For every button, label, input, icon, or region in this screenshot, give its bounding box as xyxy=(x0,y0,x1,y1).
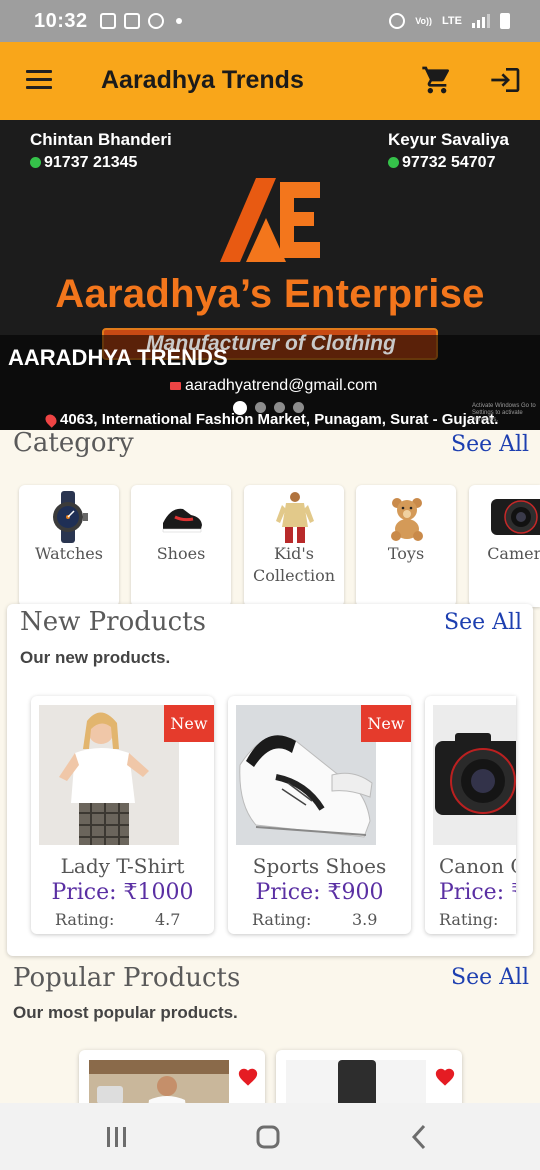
product-card-sports-shoes[interactable]: New Sports Shoes Price: ₹900 Rating: 3.9 xyxy=(228,696,411,934)
banner-email: aaradhyatrend@gmail.com xyxy=(170,377,377,395)
status-bar: 10:32 Vo)) LTE xyxy=(0,0,540,42)
banner-caption: AARADHYA TRENDS xyxy=(8,345,228,370)
new-products-title: New Products xyxy=(20,607,206,637)
new-products-subtitle: Our new products. xyxy=(20,648,171,667)
popular-products-title: Popular Products xyxy=(13,963,241,993)
whatsapp-icon xyxy=(388,157,400,168)
product-rating-label: Rating: xyxy=(55,910,115,929)
category-card-kids-collection[interactable]: Kid's Collection xyxy=(244,485,344,607)
contact-left: Chintan Bhanderi 91737 21345 xyxy=(30,128,172,174)
product-image xyxy=(236,705,376,845)
hamburger-menu-icon[interactable] xyxy=(26,70,52,90)
linkedin-icon xyxy=(123,13,140,29)
status-time: 10:32 xyxy=(34,9,88,32)
gallery-icon xyxy=(99,13,116,29)
new-products-see-all-link[interactable]: See All xyxy=(444,610,522,635)
product-rating-label: Rating: xyxy=(252,910,312,929)
category-label: Shoes xyxy=(156,544,206,563)
system-navigation-bar xyxy=(0,1103,540,1170)
product-name: Canon Camera xyxy=(439,854,516,878)
company-logo xyxy=(220,178,320,262)
system-icons: Vo)) LTE xyxy=(389,13,510,29)
watch-icon xyxy=(53,491,88,543)
contact-right-phone: 97732 54707 xyxy=(402,154,496,171)
banner-address-text: 4063, International Fashion Market, Puna… xyxy=(60,411,499,428)
contact-right-name: Keyur Savaliya xyxy=(388,130,509,149)
category-label: Camera xyxy=(487,544,540,563)
home-icon[interactable] xyxy=(252,1121,284,1153)
product-rating-value: 4.7 xyxy=(155,910,181,929)
battery-icon xyxy=(500,13,510,29)
contact-right: Keyur Savaliya 97732 54707 xyxy=(388,128,509,174)
volte-label: Vo)) xyxy=(415,16,433,26)
signal-icon xyxy=(472,14,490,28)
favorite-heart-icon[interactable] xyxy=(434,1066,456,1088)
product-name: Sports Shoes xyxy=(252,854,387,878)
notification-icons xyxy=(99,13,182,29)
popular-products-see-all-link[interactable]: See All xyxy=(451,965,529,990)
favorite-heart-icon[interactable] xyxy=(237,1066,259,1088)
product-price: Price: ₹900 xyxy=(255,880,384,905)
app-title: Aaradhya Trends xyxy=(101,66,304,94)
kids-clothing-icon xyxy=(276,492,314,543)
shoe-icon xyxy=(162,508,202,533)
contact-left-phone: 91737 21345 xyxy=(44,154,138,171)
app-bar: Aaradhya Trends xyxy=(0,42,540,120)
category-title: Category xyxy=(13,428,134,458)
camera-icon xyxy=(491,499,540,535)
back-icon[interactable] xyxy=(404,1121,436,1153)
product-name: Lady T-Shirt xyxy=(60,854,185,878)
category-label: Watches xyxy=(35,544,103,563)
product-price: Price: ₹1000 xyxy=(51,880,194,905)
category-card-watches[interactable]: Watches xyxy=(19,485,119,607)
product-image xyxy=(433,705,516,845)
new-badge: New xyxy=(361,705,411,742)
category-label: Kid's Collection xyxy=(252,544,336,585)
category-card-shoes[interactable]: Shoes xyxy=(131,485,231,607)
login-icon[interactable] xyxy=(490,64,522,96)
new-badge: New xyxy=(164,705,214,742)
banner-address: 4063, International Fashion Market, Puna… xyxy=(43,411,499,428)
category-label: Toys xyxy=(387,544,425,563)
location-pin-icon xyxy=(43,411,59,428)
product-image xyxy=(39,705,179,845)
activate-windows-watermark: Activate Windows Go to Settings to activ… xyxy=(472,403,536,423)
network-label: LTE xyxy=(442,15,462,27)
product-card-lady-tshirt[interactable]: New Lady T-Shirt Price: ₹1000 Rating: 4.… xyxy=(31,696,214,934)
recent-apps-icon[interactable] xyxy=(101,1121,133,1153)
cart-icon[interactable] xyxy=(421,64,453,96)
contact-left-name: Chintan Bhanderi xyxy=(30,130,172,149)
whatsapp-icon xyxy=(147,13,164,29)
promo-banner[interactable]: Chintan Bhanderi 91737 21345 Keyur Saval… xyxy=(0,120,540,430)
category-card-toys[interactable]: Toys xyxy=(356,485,456,607)
whatsapp-icon xyxy=(30,157,41,168)
product-rating-value: 3.9 xyxy=(352,910,378,929)
new-products-panel: New Products See All Our new products. N… xyxy=(7,604,533,956)
product-rating-label: Rating: xyxy=(439,910,499,929)
product-price: Price: ₹ xyxy=(439,880,516,905)
alarm-icon xyxy=(389,13,406,29)
company-name: Aaradhya’s Enterprise xyxy=(55,272,485,316)
app-screen: 10:32 Vo)) LTE Aaradhya Trends Chintan B… xyxy=(0,0,540,1170)
teddy-bear-icon xyxy=(391,498,423,541)
product-card-canon-camera[interactable]: Canon Camera Price: ₹ Rating: xyxy=(425,696,516,934)
category-card-camera[interactable]: Camera xyxy=(469,485,540,607)
banner-email-text: aaradhyatrend@gmail.com xyxy=(185,377,378,394)
more-notifications-icon xyxy=(175,18,182,24)
category-see-all-link[interactable]: See All xyxy=(451,432,529,457)
popular-products-subtitle: Our most popular products. xyxy=(13,1003,238,1022)
mail-icon xyxy=(170,382,181,390)
